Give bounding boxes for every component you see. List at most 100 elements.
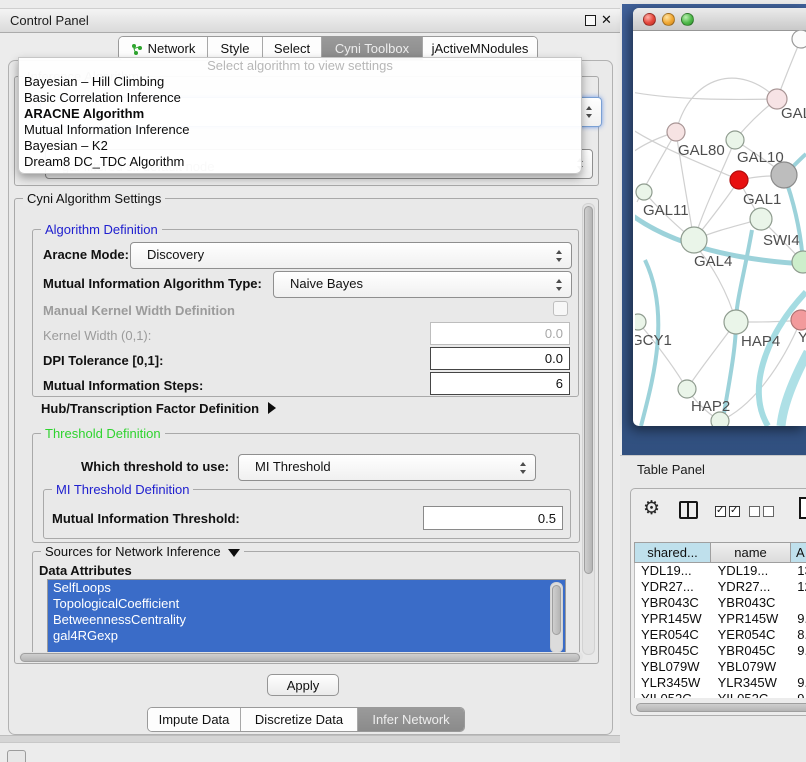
- cell-name[interactable]: YDR27...: [712, 579, 792, 595]
- cell-value[interactable]: 9.: [791, 643, 806, 659]
- network-view-window[interactable]: GAL GAL80 GAL10 GAL11 GAL1 GAL4 SWI4 GCY…: [633, 8, 806, 426]
- node-gal11[interactable]: [636, 184, 652, 200]
- cell-name[interactable]: YDL19...: [712, 563, 792, 579]
- cell-shared-name[interactable]: YBL079W: [635, 659, 712, 675]
- node-swi4[interactable]: [792, 251, 806, 273]
- float-window-icon[interactable]: [585, 15, 596, 26]
- dropdown-item-bayesian-hill-climbing[interactable]: Bayesian – Hill Climbing: [19, 74, 581, 90]
- cell-value[interactable]: 9.: [791, 611, 806, 627]
- mi-steps-field[interactable]: [430, 372, 570, 395]
- scrollbar-thumb[interactable]: [636, 703, 806, 712]
- mi-type-combo[interactable]: Naive Bayes: [273, 271, 572, 298]
- cell-name[interactable]: YLR345W: [712, 675, 792, 691]
- tab-infer-network[interactable]: Infer Network: [358, 708, 464, 731]
- node-unlabeled[interactable]: [792, 30, 806, 48]
- node-gal1[interactable]: [750, 208, 772, 230]
- node-gal10[interactable]: [726, 131, 744, 149]
- file-icon[interactable]: [799, 497, 806, 519]
- scrollbar-thumb[interactable]: [552, 585, 561, 635]
- cell-name[interactable]: YPR145W: [712, 611, 792, 627]
- kernel-width-field[interactable]: [430, 322, 570, 345]
- table-row[interactable]: YLR345W YLR345W 9.: [635, 675, 806, 691]
- node-hap4[interactable]: [724, 310, 748, 334]
- column-header-partial[interactable]: A: [791, 542, 806, 563]
- dropdown-item-mutual-information[interactable]: Mutual Information Inference: [19, 122, 581, 138]
- hub-definition-expander[interactable]: Hub/Transcription Factor Definition: [41, 401, 276, 416]
- node-gal4[interactable]: [681, 227, 707, 253]
- column-header-shared-name[interactable]: shared...: [634, 542, 711, 563]
- which-threshold-combo[interactable]: MI Threshold: [238, 454, 536, 481]
- close-traffic-light-icon[interactable]: [643, 13, 656, 26]
- table-row[interactable]: YDR27... YDR27... 12: [635, 579, 806, 595]
- cell-value[interactable]: 13: [791, 563, 806, 579]
- cell-value[interactable]: [791, 659, 806, 675]
- cell-value[interactable]: 12: [791, 579, 806, 595]
- data-attributes-list[interactable]: SelfLoops TopologicalCoefficient Between…: [47, 579, 566, 654]
- table-row[interactable]: YBL079W YBL079W: [635, 659, 806, 675]
- node-salmon[interactable]: [791, 310, 806, 330]
- cell-shared-name[interactable]: YDR27...: [635, 579, 712, 595]
- cell-shared-name[interactable]: YBR043C: [635, 595, 712, 611]
- table-row[interactable]: YBR045C YBR045C 9.: [635, 643, 806, 659]
- tab-impute-data[interactable]: Impute Data: [148, 708, 241, 731]
- dropdown-item-aracne[interactable]: ARACNE Algorithm: [19, 106, 581, 122]
- attribute-item-gal4rgexp[interactable]: gal4RGexp: [48, 628, 565, 644]
- mi-threshold-field[interactable]: [423, 506, 563, 530]
- cell-shared-name[interactable]: YIL052C: [635, 691, 712, 698]
- network-window-titlebar[interactable]: [633, 8, 806, 31]
- attribute-item-betweennesscentrality[interactable]: BetweennessCentrality: [48, 612, 565, 628]
- table-horizontal-scrollbar[interactable]: [634, 701, 806, 712]
- minimized-panel-button[interactable]: [7, 750, 26, 762]
- minimize-traffic-light-icon[interactable]: [662, 13, 675, 26]
- scrollbar-thumb[interactable]: [584, 206, 593, 574]
- settings-horizontal-scrollbar[interactable]: [19, 652, 583, 661]
- scrollbar-thumb[interactable]: [20, 653, 580, 662]
- split-columns-icon[interactable]: [679, 501, 698, 519]
- apply-button[interactable]: Apply: [267, 674, 339, 696]
- node-selected-red[interactable]: [730, 171, 748, 189]
- tab-discretize-data[interactable]: Discretize Data: [241, 708, 358, 731]
- table-row[interactable]: YBR043C YBR043C: [635, 595, 806, 611]
- dpi-tolerance-field[interactable]: [430, 347, 570, 370]
- settings-vertical-scrollbar[interactable]: [582, 203, 595, 655]
- combo-arrows-icon: [585, 105, 594, 119]
- dropdown-item-basic-correlation[interactable]: Basic Correlation Inference: [19, 90, 581, 106]
- column-header-name[interactable]: name: [711, 542, 791, 563]
- checked-pair-icon[interactable]: [715, 505, 743, 520]
- cell-name[interactable]: YBR043C: [712, 595, 792, 611]
- node-hap2[interactable]: [678, 380, 696, 398]
- zoom-traffic-light-icon[interactable]: [681, 13, 694, 26]
- dropdown-item-bayesian-k2[interactable]: Bayesian – K2: [19, 138, 581, 154]
- table-row[interactable]: YER054C YER054C 8.: [635, 627, 806, 643]
- attribute-item-topologicalcoefficient[interactable]: TopologicalCoefficient: [48, 596, 565, 612]
- cell-name[interactable]: YBL079W: [712, 659, 792, 675]
- gear-icon[interactable]: [643, 497, 660, 520]
- cell-value[interactable]: [791, 595, 806, 611]
- cell-value[interactable]: 9: [791, 691, 806, 698]
- cell-name[interactable]: YIL052C: [712, 691, 792, 698]
- cell-shared-name[interactable]: YDL19...: [635, 563, 712, 579]
- dropdown-item-dream8[interactable]: Dream8 DC_TDC Algorithm: [19, 154, 581, 170]
- cell-shared-name[interactable]: YBR045C: [635, 643, 712, 659]
- network-canvas[interactable]: GAL GAL80 GAL10 GAL11 GAL1 GAL4 SWI4 GCY…: [635, 30, 806, 426]
- node-gcy1[interactable]: [635, 314, 646, 330]
- cell-name[interactable]: YBR045C: [712, 643, 792, 659]
- cell-value[interactable]: 9.: [791, 675, 806, 691]
- manual-kernel-checkbox[interactable]: [553, 301, 568, 316]
- network-nodes[interactable]: [635, 30, 806, 426]
- attribute-list-scrollbar[interactable]: [550, 582, 563, 653]
- unchecked-pair-icon[interactable]: [749, 505, 777, 520]
- attribute-item-selfloops[interactable]: SelfLoops: [48, 580, 565, 596]
- cell-shared-name[interactable]: YER054C: [635, 627, 712, 643]
- close-icon[interactable]: [601, 12, 615, 28]
- cell-value[interactable]: 8.: [791, 627, 806, 643]
- collapse-down-icon[interactable]: [228, 549, 240, 557]
- table-row[interactable]: YIL052C YIL052C 9: [635, 691, 806, 698]
- table-row[interactable]: YDL19... YDL19... 13: [635, 563, 806, 579]
- aracne-mode-combo[interactable]: Discovery: [130, 242, 572, 269]
- cell-shared-name[interactable]: YPR145W: [635, 611, 712, 627]
- table-row[interactable]: YPR145W YPR145W 9.: [635, 611, 806, 627]
- node-gal80[interactable]: [667, 123, 685, 141]
- cell-name[interactable]: YER054C: [712, 627, 792, 643]
- cell-shared-name[interactable]: YLR345W: [635, 675, 712, 691]
